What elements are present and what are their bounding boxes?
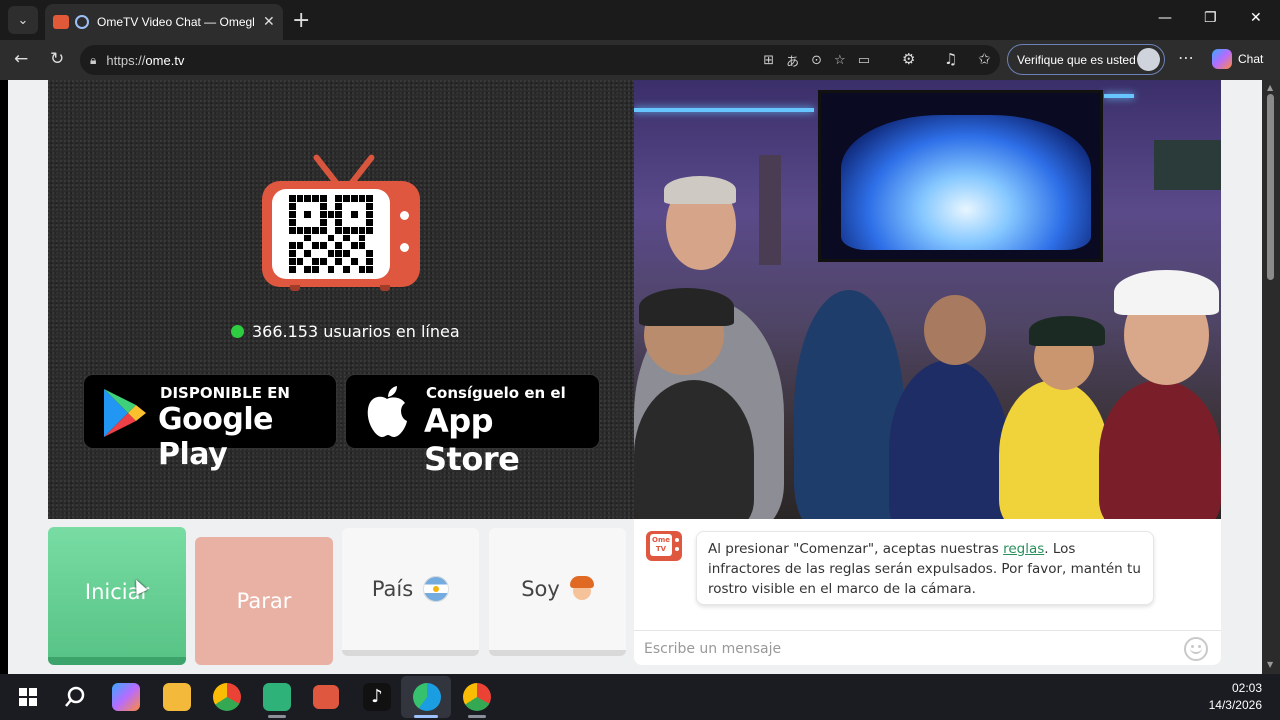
ometv-qr-logo	[262, 151, 422, 291]
tiktok-icon[interactable]: ♪	[363, 683, 391, 711]
rules-link[interactable]: reglas	[1003, 541, 1044, 557]
scroll-up-icon[interactable]: ▲	[1267, 83, 1273, 92]
close-window-button[interactable]: ✕	[1250, 10, 1262, 26]
ometv-chat-logo-icon: Ome TV	[646, 531, 682, 561]
camera-icon[interactable]: ▭	[858, 53, 870, 68]
minimize-button[interactable]: —	[1158, 10, 1172, 26]
copilot-icon	[1212, 49, 1232, 69]
close-tab-icon[interactable]: ✕	[263, 14, 275, 30]
url-text: https://ome.tv	[106, 52, 185, 68]
online-users-status: 366.153 usuarios en línea	[231, 322, 460, 341]
ometv-app-icon[interactable]	[313, 685, 339, 709]
stop-button-label: Parar	[236, 589, 292, 613]
restore-button[interactable]: ❐	[1204, 10, 1217, 26]
country-label: País	[371, 577, 414, 601]
avatar	[1137, 48, 1160, 71]
argentina-flag-icon	[423, 576, 450, 602]
online-dot-icon	[231, 325, 244, 338]
app-store-small-text: Consíguelo en el	[426, 384, 566, 402]
emoji-picker-icon[interactable]	[1184, 637, 1208, 661]
google-play-small-text: DISPONIBLE EN	[160, 384, 290, 402]
qr-code	[272, 189, 390, 279]
windows-taskbar: ♪ 02:03 14/3/2026	[0, 674, 1280, 720]
recording-indicator-icon	[75, 15, 89, 29]
back-arrow-icon[interactable]: ←	[14, 49, 28, 69]
search-icon[interactable]	[64, 686, 86, 708]
favorites-icon[interactable]: ✩	[978, 50, 991, 68]
app-store-big-text: App Store	[424, 402, 520, 478]
chrome-icon[interactable]	[213, 683, 241, 711]
google-play-button[interactable]: DISPONIBLE EN Google Play	[83, 374, 337, 472]
tracking-icon[interactable]: ⊙	[811, 53, 822, 68]
windows-start-icon[interactable]	[19, 688, 37, 706]
favorite-star-icon[interactable]: ☆	[834, 53, 846, 68]
country-selector-button[interactable]: País	[342, 528, 479, 656]
online-users-count: 366.153 usuarios en línea	[252, 322, 460, 341]
more-menu-icon[interactable]: ⋯	[1178, 48, 1194, 67]
chat-panel: Ome TV Al presionar "Comenzar", aceptas …	[634, 519, 1221, 665]
google-play-big-text: Google Play	[158, 402, 273, 472]
copilot-chat-label: Chat	[1238, 52, 1264, 66]
page-scrollbar[interactable]: ▲ ▼	[1262, 80, 1280, 674]
background-television	[818, 90, 1103, 262]
gender-selector-button[interactable]: Soy	[489, 528, 626, 656]
copilot-chat-button[interactable]: Chat	[1212, 49, 1263, 69]
google-play-icon	[104, 389, 146, 437]
address-toolbar: ← ↻ 🔒︎ https://ome.tv ⊞ あ ⊙ ☆ ▭ ⚙ ♫ ✩ Ve…	[0, 40, 1280, 80]
system-notice-message: Al presionar "Comenzar", aceptas nuestra…	[696, 531, 1154, 605]
address-field[interactable]: 🔒︎ https://ome.tv ⊞ あ ⊙ ☆ ▭	[80, 45, 1000, 75]
boy-face-icon	[569, 576, 594, 602]
verify-label: Verifique que es usted	[1017, 52, 1136, 67]
clock-time: 02:03	[1231, 681, 1262, 695]
message-input[interactable]	[644, 638, 1164, 660]
partner-video-feed	[634, 80, 1221, 519]
message-composer	[634, 630, 1221, 665]
scrollbar-thumb[interactable]	[1267, 94, 1274, 280]
browser-tab-bar: ⌄ OmeTV Video Chat — Omegl ✕ + — ❐ ✕	[0, 0, 1280, 40]
clock-date: 14/3/2026	[1208, 698, 1262, 712]
gender-label: Soy	[521, 577, 560, 601]
new-tab-button[interactable]: +	[292, 8, 310, 33]
address-tools: ⊞ あ ⊙ ☆ ▭	[763, 45, 870, 75]
extensions-icon[interactable]: ⚙	[902, 50, 915, 68]
music-icon[interactable]: ♫	[944, 50, 957, 68]
file-explorer-icon[interactable]	[163, 683, 191, 711]
chrome-profile-icon[interactable]	[463, 683, 491, 711]
profile-verify-button[interactable]: Verifique que es usted	[1007, 44, 1165, 75]
translate-icon[interactable]: あ	[786, 51, 799, 70]
refresh-icon[interactable]: ↻	[50, 49, 64, 69]
app-store-button[interactable]: Consíguelo en el App Store	[345, 374, 600, 478]
tab-list-button[interactable]: ⌄	[8, 6, 38, 34]
browser-tab-active[interactable]: OmeTV Video Chat — Omegl ✕	[45, 4, 283, 40]
app-grid-icon[interactable]: ⊞	[763, 53, 774, 68]
tab-favicon-icon	[53, 15, 69, 29]
start-button[interactable]: Iniciar	[48, 527, 186, 665]
apple-icon	[367, 386, 407, 437]
scroll-down-icon[interactable]: ▼	[1267, 660, 1273, 669]
tab-title: OmeTV Video Chat — Omegl	[97, 15, 255, 29]
chat-logo-text: Ome TV	[650, 534, 672, 556]
notice-text-start: Al presionar "Comenzar", aceptas nuestra…	[708, 541, 1004, 557]
lock-icon: 🔒︎	[90, 52, 97, 67]
stop-button[interactable]: Parar	[195, 537, 333, 665]
edge-icon[interactable]	[413, 683, 441, 711]
game-app-icon[interactable]	[263, 683, 291, 711]
copilot-app-icon[interactable]	[112, 683, 140, 711]
system-clock[interactable]: 02:03 14/3/2026	[1209, 680, 1262, 714]
